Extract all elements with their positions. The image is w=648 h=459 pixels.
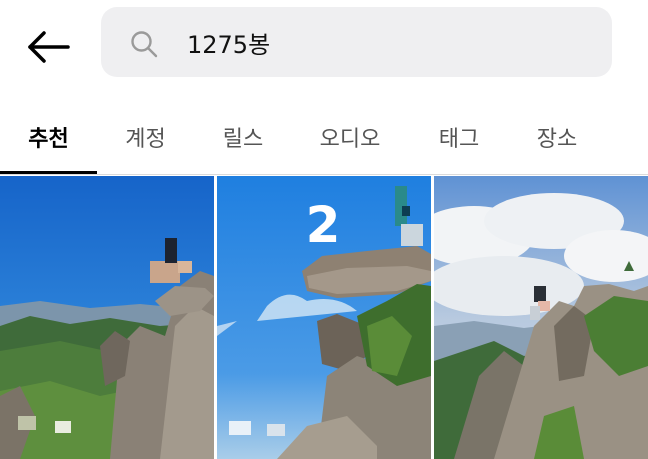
search-input[interactable]	[187, 24, 587, 60]
results-grid: 2	[0, 176, 648, 459]
result-tile-1[interactable]	[0, 176, 214, 459]
result-tile-3[interactable]	[434, 176, 648, 459]
search-bar[interactable]	[101, 7, 612, 77]
mountain-photo-2: 2	[217, 176, 431, 459]
result-tile-2[interactable]: 2	[217, 176, 431, 459]
tab-recommended[interactable]: 추천	[0, 100, 97, 174]
tab-reels[interactable]: 릴스	[194, 100, 292, 174]
result-tabs: 추천 계정 릴스 오디오 태그 장소	[0, 100, 648, 176]
top-bar	[0, 0, 648, 92]
tab-audio[interactable]: 오디오	[292, 100, 408, 174]
carousel-count-badge: 2	[306, 196, 341, 254]
mountain-photo-3	[434, 176, 648, 459]
search-icon	[131, 31, 158, 58]
arrow-left-icon	[28, 31, 70, 63]
tab-places[interactable]: 장소	[510, 100, 604, 174]
tab-tags[interactable]: 태그	[408, 100, 510, 174]
tab-divider	[0, 174, 648, 175]
tab-accounts[interactable]: 계정	[97, 100, 194, 174]
mountain-photo-1	[0, 176, 214, 459]
back-button[interactable]	[24, 24, 74, 70]
